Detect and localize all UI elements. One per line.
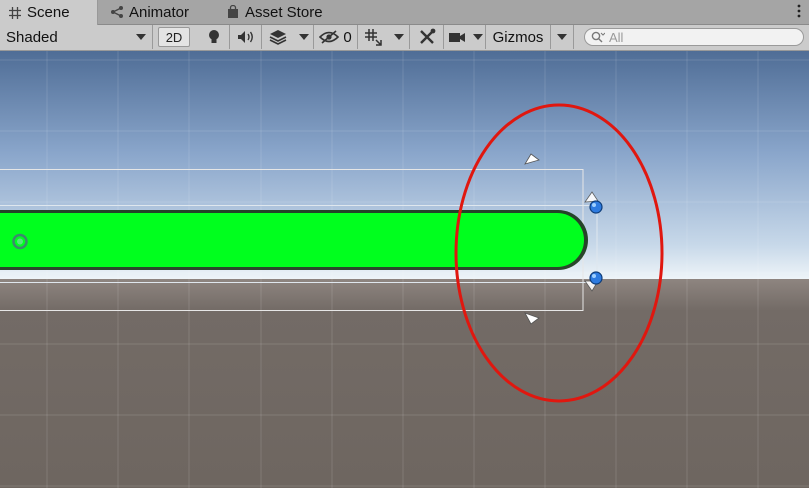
green-bar-fill [0,213,584,267]
grid-snap-toggle[interactable] [358,25,388,49]
grid-dropdown[interactable] [388,25,410,49]
gizmos-button[interactable]: Gizmos [486,25,550,49]
animator-icon [111,6,123,18]
grid-snap-icon [365,29,382,46]
lighting-toggle[interactable] [198,25,230,49]
scene-search-field[interactable] [584,28,804,46]
grid-icon [9,6,21,19]
audio-toggle[interactable] [230,25,262,49]
search-icon [591,31,605,43]
effects-dropdown[interactable] [294,25,314,49]
tab-asset-store[interactable]: Asset Store [218,0,343,24]
chevron-down-icon [298,34,309,40]
more-options-icon[interactable] [797,4,801,18]
camera-icon [449,33,465,42]
wrench-cross-icon [419,28,435,44]
hidden-objects-toggle[interactable]: 0 [314,25,358,49]
toggle-2d-label: 2D [165,29,183,45]
camera-dropdown[interactable] [470,25,486,49]
tab-label: Scene [27,4,70,21]
hidden-count: 0 [343,28,352,46]
shading-mode-label: Shaded [6,28,58,46]
speaker-icon [237,31,253,43]
tab-animator[interactable]: Animator [102,0,212,24]
chevron-down-icon [472,34,483,40]
shading-mode-dropdown[interactable]: Shaded [0,25,153,49]
search-input[interactable] [609,29,789,45]
light-bulb-icon [208,30,219,43]
scene-toolbar: Shaded 2D 0 Gizmos All [0,25,809,51]
tab-label: Asset Store [245,3,323,21]
toggle-2d-button[interactable]: 2D [158,27,190,47]
camera-settings-button[interactable] [444,25,470,49]
eye-slash-icon [319,30,340,44]
gizmos-label: Gizmos [492,28,544,46]
store-bag-icon [228,5,238,18]
editor-tab-bar: Scene Animator Asset Store [0,0,809,25]
resize-handle-top[interactable] [589,200,603,214]
tab-label: Animator [129,3,190,21]
tools-toggle[interactable] [410,25,444,49]
scene-viewport[interactable] [0,51,809,488]
layers-icon [269,30,287,45]
chevron-down-icon [393,34,404,40]
effects-toggle[interactable] [262,25,294,49]
resize-handle-bottom[interactable] [589,271,603,285]
scene-canvas[interactable] [0,51,809,488]
chevron-down-icon [136,34,146,40]
chevron-down-icon [557,34,567,40]
tab-scene[interactable]: Scene [0,0,98,25]
gizmos-dropdown[interactable] [550,25,574,49]
